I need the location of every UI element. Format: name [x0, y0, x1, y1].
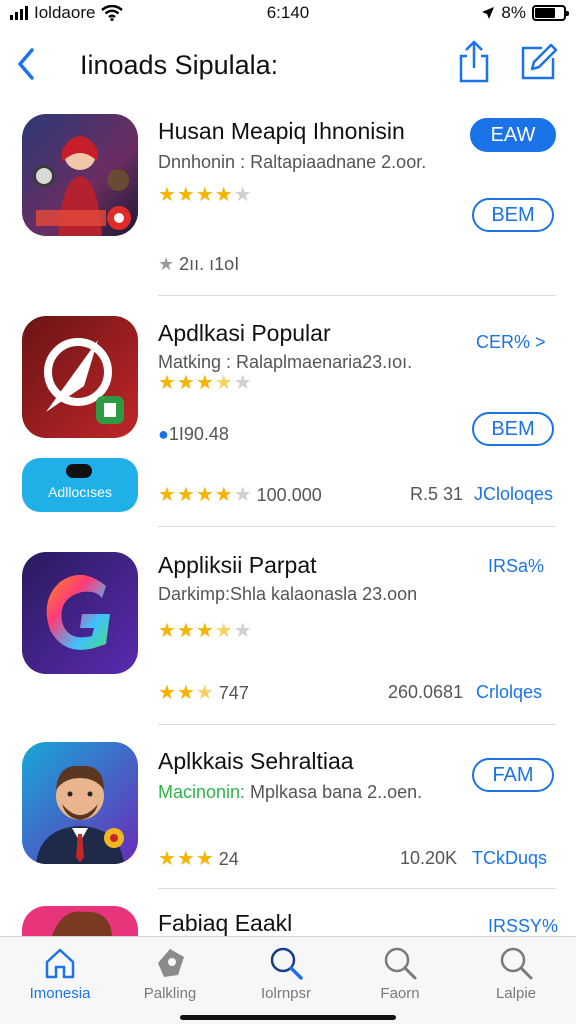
price-link[interactable]: IRSa% — [488, 556, 544, 577]
rating-stars: ★★★★★ 100.000 — [158, 484, 322, 506]
tab-search[interactable]: Iolrnpsr — [236, 945, 336, 1002]
review-count: 2ıı. ı1oI — [179, 254, 240, 274]
tab-more[interactable]: Lalpie — [466, 945, 566, 1002]
search-icon — [270, 947, 303, 980]
review-meta: ★ 2ıı. ı1oI — [158, 254, 239, 275]
get-button[interactable]: EAW — [470, 118, 556, 152]
rating-count: 24 — [218, 849, 239, 869]
price-text: 260.0681 — [388, 682, 464, 702]
search-icon — [384, 947, 417, 980]
info-meta: ●1I90.48 — [158, 424, 229, 445]
app-name[interactable]: Husan Meapiq Ihnonisin — [158, 118, 405, 145]
tab-ranking[interactable]: Palkling — [120, 945, 220, 1002]
status-right: 8% — [481, 3, 569, 23]
partial-app-icon[interactable] — [22, 906, 138, 936]
price-link[interactable]: CER% > — [476, 332, 546, 353]
collections-link[interactable]: JCloloqes — [474, 484, 553, 505]
collections-link[interactable]: TCkDuqs — [472, 848, 547, 869]
divider — [158, 295, 556, 296]
tab-bar: Imonesia Palkling Iolrnpsr Faorn Lalpie — [0, 936, 576, 1024]
divider — [158, 724, 556, 725]
search-icon — [500, 947, 533, 980]
badge-button[interactable]: Adllocıses — [22, 458, 138, 512]
divider — [158, 526, 556, 527]
rating-stars: ★★★ 24 — [158, 848, 239, 870]
app-name[interactable]: Fabiaq Eaakl — [158, 910, 292, 937]
page-title: Iinoads Sipulala: — [80, 50, 279, 80]
price-text: 10.20K — [400, 848, 458, 868]
open-button[interactable]: BEM — [472, 198, 554, 232]
app-name[interactable]: Appliksii Parpat — [158, 552, 317, 579]
location-arrow-icon — [482, 7, 495, 19]
tab-label: Faorn — [380, 985, 420, 1002]
tab-label: Iolrnpsr — [260, 985, 312, 1002]
rating-stars: ★★★★★ — [158, 184, 253, 206]
rating-stars: ★★★★★ — [158, 620, 253, 642]
app-subtitle: Dnnhonin : Raltapiaadnane 2.oor. — [158, 152, 427, 172]
price-text: R.5 31 — [410, 484, 464, 504]
app-subtitle: Darkimp:Shla kalaonasla 23.oon — [158, 584, 418, 604]
info-text: 1I90.48 — [168, 424, 229, 444]
share-icon[interactable] — [454, 40, 494, 84]
tab-home[interactable]: Imonesia — [10, 945, 110, 1002]
tab-label: Palkling — [143, 985, 197, 1002]
badge-label: Adllocıses — [48, 484, 112, 500]
compose-icon[interactable] — [518, 42, 558, 82]
price-link[interactable]: IRSSY% — [488, 916, 558, 937]
app-subtitle: Macinonin: Mplkasa bana 2..oen. — [158, 782, 422, 803]
get-button[interactable]: FAM — [472, 758, 554, 792]
badge-chat-icon — [66, 464, 92, 478]
navigation-bar: Iinoads Sipulala: — [0, 32, 576, 102]
app-developer: Macinonin: — [158, 782, 246, 802]
app-description: Mplkasa bana 2..oen. — [245, 782, 423, 802]
tab-label: Lalpie — [495, 985, 537, 1002]
home-icon — [45, 948, 75, 979]
rating-stars: ★★★★★ — [158, 372, 253, 394]
home-indicator[interactable] — [180, 1015, 396, 1020]
app-name[interactable]: Apdlkasi Popular — [158, 320, 331, 347]
star-icon: ★ — [158, 254, 175, 274]
game-character-icon[interactable] — [22, 114, 138, 236]
colorful-g-icon[interactable] — [22, 552, 138, 674]
tab-label: Imonesia — [29, 985, 91, 1002]
tab-find[interactable]: Faorn — [350, 945, 450, 1002]
rating-stars: ★★★ 747 — [158, 682, 249, 704]
battery-percent: 8% — [501, 3, 526, 22]
divider — [158, 888, 556, 889]
tag-icon — [158, 949, 184, 977]
back-chevron-icon[interactable] — [12, 44, 42, 84]
avatar-man-icon[interactable] — [22, 742, 138, 864]
collections-link[interactable]: Crlolqes — [476, 682, 542, 703]
app-name[interactable]: Aplkkais Sehraltiaa — [158, 748, 354, 775]
status-bar: Ioldaore 6:140 8% — [0, 0, 576, 26]
rating-count: 100.000 — [256, 485, 322, 505]
rating-count: 747 — [218, 683, 249, 703]
compass-app-icon[interactable] — [22, 316, 138, 438]
battery-icon — [532, 5, 569, 21]
info-dot-icon: ● — [158, 424, 169, 444]
open-button[interactable]: BEM — [472, 412, 554, 446]
